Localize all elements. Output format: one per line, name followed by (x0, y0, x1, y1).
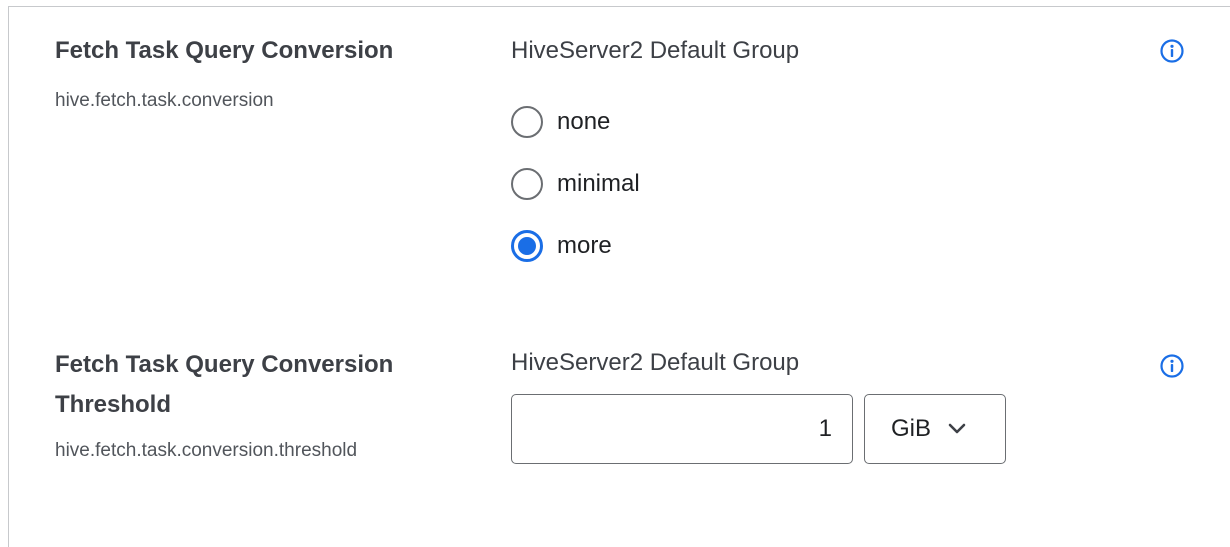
config-group-name: HiveServer2 Default Group (511, 37, 800, 64)
chevron-down-icon (948, 423, 966, 434)
config-group-name: HiveServer2 Default Group (511, 349, 800, 376)
radio-option-minimal[interactable]: minimal (511, 153, 799, 215)
setting-property-key: hive.fetch.task.conversion (55, 90, 274, 111)
info-icon[interactable] (1159, 38, 1185, 64)
info-icon[interactable] (1159, 353, 1185, 379)
setting-value-column: HiveServer2 Default Group none minimal m… (511, 33, 799, 277)
setting-fetch-task-conversion-threshold: Fetch Task Query Conversion Threshold hi… (9, 337, 1230, 547)
radio-button-minimal[interactable] (511, 168, 543, 200)
radio-option-none[interactable]: none (511, 91, 799, 153)
threshold-input-row: GiB (511, 394, 1006, 464)
unit-select-value: GiB (891, 415, 932, 442)
setting-display-name: Fetch Task Query Conversion (55, 37, 394, 64)
setting-label-column: Fetch Task Query Conversion Threshold hi… (55, 345, 495, 467)
threshold-value-input[interactable] (511, 394, 853, 464)
setting-label-column: Fetch Task Query Conversion hive.fetch.t… (55, 33, 495, 117)
radio-button-more[interactable] (511, 230, 543, 262)
setting-display-name: Fetch Task Query Conversion Threshold (55, 351, 394, 418)
radio-label-more: more (557, 232, 612, 259)
radio-option-more[interactable]: more (511, 215, 799, 277)
radio-label-minimal: minimal (557, 170, 640, 197)
setting-property-key: hive.fetch.task.conversion.threshold (55, 440, 358, 461)
radio-label-none: none (557, 108, 611, 135)
unit-select[interactable]: GiB (864, 394, 1006, 464)
settings-panel: Fetch Task Query Conversion hive.fetch.t… (8, 6, 1230, 547)
setting-value-column: HiveServer2 Default Group GiB (511, 345, 1006, 464)
radio-button-none[interactable] (511, 106, 543, 138)
conversion-radio-group: none minimal more (511, 91, 799, 277)
setting-fetch-task-conversion: Fetch Task Query Conversion hive.fetch.t… (9, 7, 1230, 327)
